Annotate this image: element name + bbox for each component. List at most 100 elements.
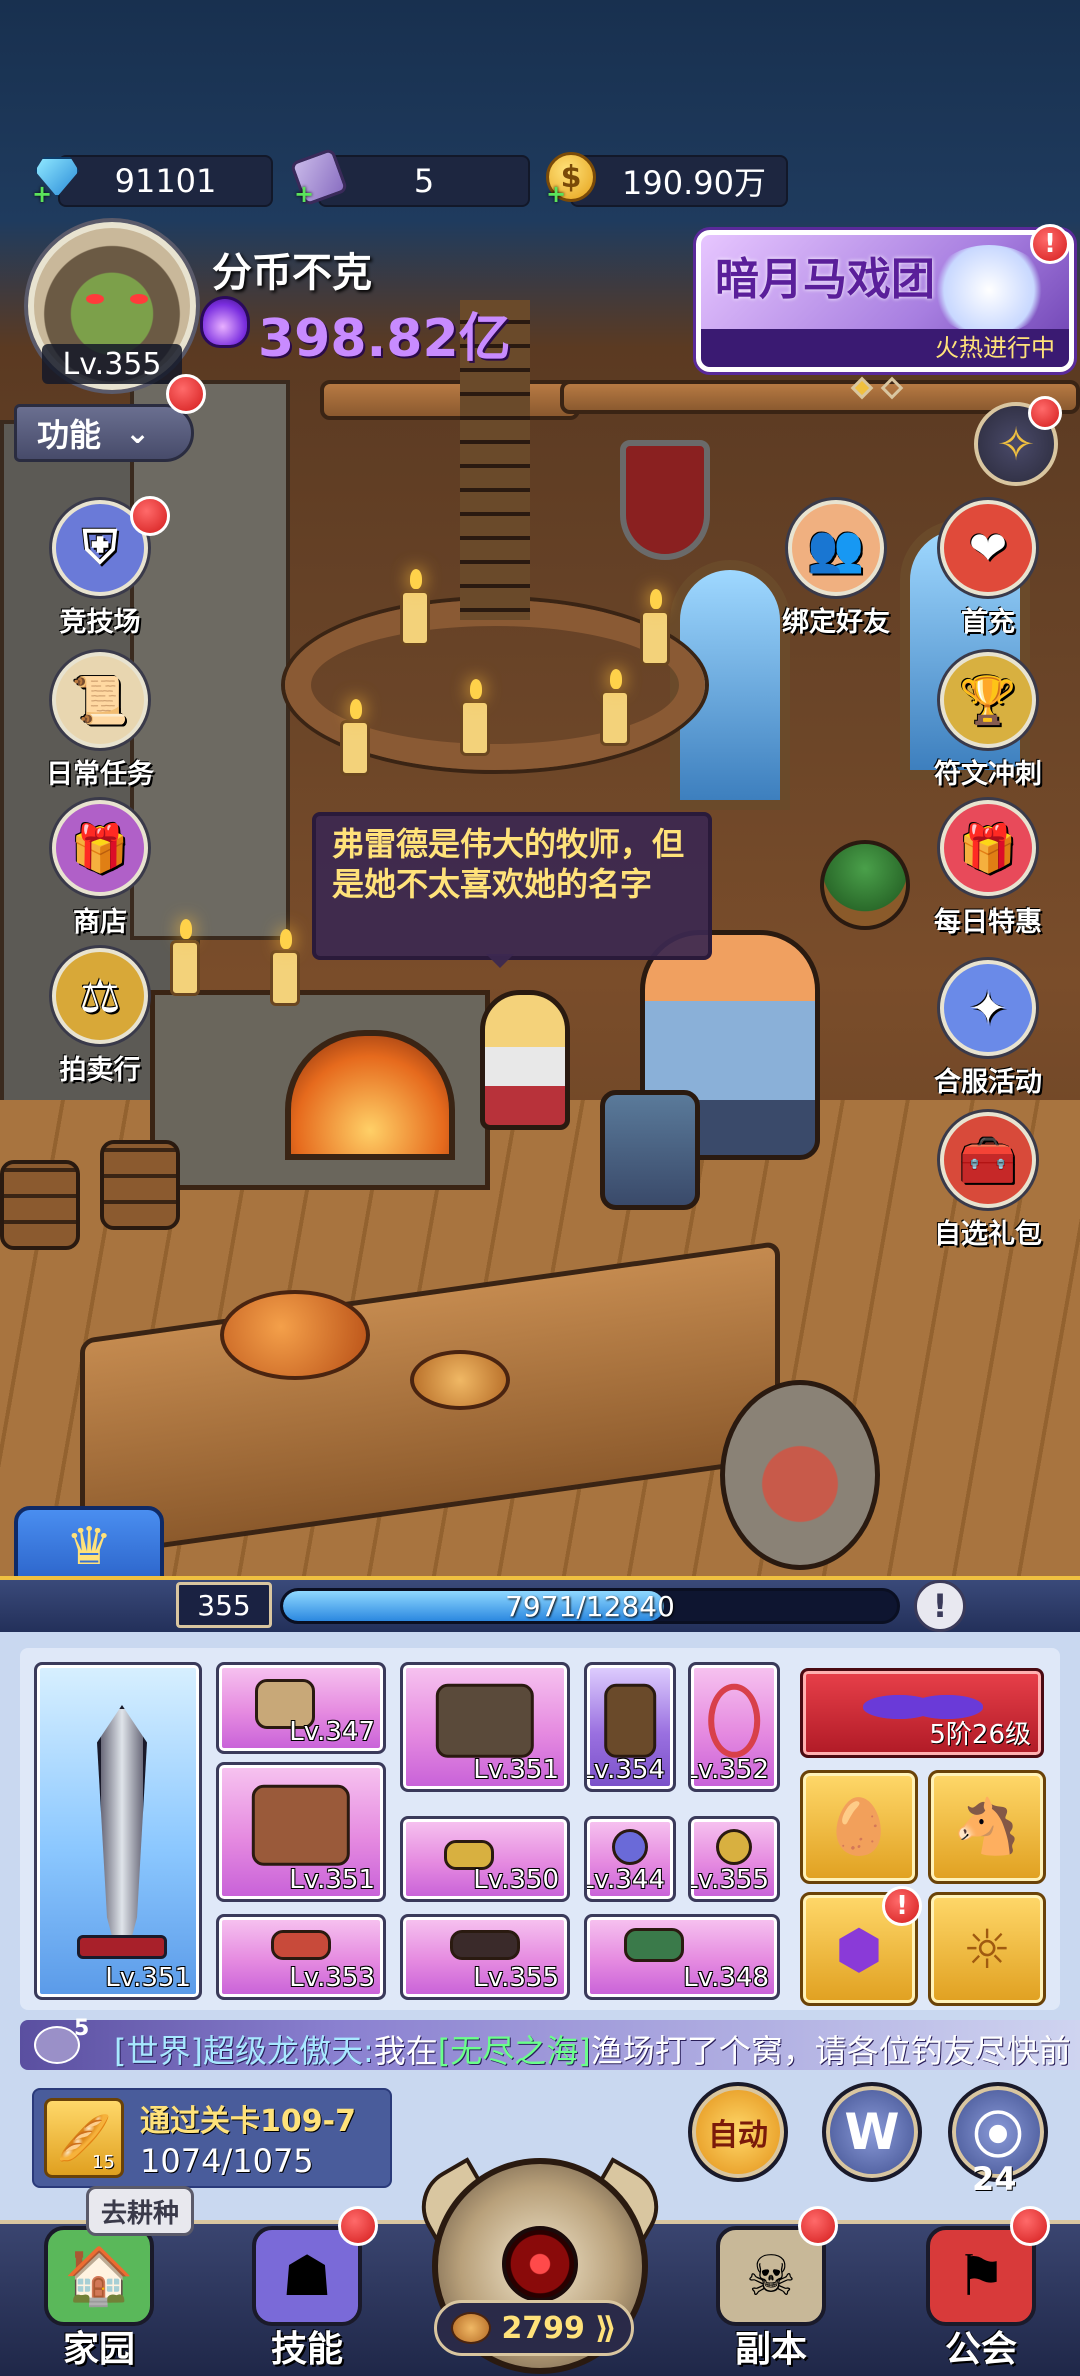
chat-sender: 超级龙傲天: <box>202 2032 374 2070</box>
mount-horse-icon[interactable]: 🐴 <box>928 1770 1046 1884</box>
bread-plate <box>410 1350 510 1410</box>
menu-rune-sprint[interactable]: 🏆 符文冲刺 <box>918 652 1058 791</box>
sun-rune-icon[interactable]: ☼ <box>928 1892 1046 2006</box>
gold-coin-icon[interactable]: $ + <box>542 148 600 208</box>
auto-battle-button[interactable]: 自动 <box>688 2082 788 2182</box>
diamond-icon[interactable]: + <box>28 148 86 208</box>
menu-selectable-pack[interactable]: 🧰 自选礼包 <box>918 1112 1058 1251</box>
nav-home[interactable]: 🏠 家园 <box>14 2226 184 2376</box>
menu-first-recharge[interactable]: ❤ 首充 <box>918 500 1058 639</box>
chat-channel: [世界] <box>114 2032 203 2070</box>
shop-chest-icon: 🎁 <box>52 800 148 896</box>
dungeon-badge <box>798 2206 838 2246</box>
nav-dungeon[interactable]: ☠ 副本 <box>686 2226 856 2376</box>
necklace-level: Lv.352 <box>688 1755 769 1785</box>
scroll-add-icon[interactable]: + <box>294 180 314 208</box>
menu-server-merge[interactable]: ✦ 合服活动 <box>918 960 1058 1099</box>
chat-message[interactable]: [世界]超级龙傲天:我在[无尽之海]渔场打了个窝，请各位钓友尽快前 <box>114 2026 1080 2072</box>
pet-egg-icon[interactable]: 🥚 <box>800 1770 918 1884</box>
equip-slot-necklace[interactable]: Lv.352 <box>688 1662 780 1792</box>
equip-slot-ring-2[interactable]: Lv.355 <box>688 1816 780 1902</box>
server-merge-puzzle-icon: ✦ <box>940 960 1036 1056</box>
equip-slot-pants[interactable]: Lv.355 <box>400 1914 570 2000</box>
quest-progress: 1074/1075 <box>140 2142 314 2180</box>
chat-unread-count: 5 <box>74 2016 90 2041</box>
equip-slot-chest[interactable]: Lv.351 <box>216 1762 386 1902</box>
wings-upgrade-button[interactable]: 5阶26级 <box>800 1668 1044 1758</box>
selectable-pack-chest-icon: 🧰 <box>940 1112 1036 1208</box>
combat-power-flame-icon <box>200 296 250 348</box>
chest-level: Lv.351 <box>289 1865 375 1895</box>
equip-slot-hood[interactable]: Lv.351 <box>400 1662 570 1792</box>
chat-text-after: 渔场打了个窝，请各位钓友尽快前 <box>590 2032 1071 2070</box>
equip-slot-boots[interactable]: Lv.348 <box>584 1914 780 2000</box>
equip-slot-bracelet[interactable]: Lv.350 <box>400 1816 570 1902</box>
scroll-count: 5 <box>413 162 435 200</box>
menu-bind-friend-label: 绑定好友 <box>782 607 890 638</box>
guild-badge <box>1010 2206 1050 2246</box>
stamina-add-icon[interactable]: ⟫ <box>595 2311 617 2346</box>
ring-icon <box>612 1829 648 1865</box>
nav-skill[interactable]: ☗ 技能 <box>222 2226 392 2376</box>
equip-slot-helmet[interactable]: Lv.347 <box>216 1662 386 1754</box>
battle-eye-icon[interactable] <box>502 2226 578 2302</box>
menu-daily-quest[interactable]: 📜 日常任务 <box>30 652 170 791</box>
diamond-add-icon[interactable]: + <box>32 180 52 208</box>
stamina-counter[interactable]: 2799 ⟫ <box>434 2300 634 2356</box>
equip-slot-ring-1[interactable]: Lv.344 <box>584 1816 676 1902</box>
barrel <box>0 1160 80 1250</box>
candle <box>460 679 490 756</box>
ghost-illustration <box>929 245 1049 335</box>
orc-monk-npc[interactable] <box>720 1380 880 1570</box>
greatsword-icon <box>97 1705 147 1955</box>
menu-daily-deal-label: 每日特惠 <box>934 907 1042 938</box>
first-recharge-icon: ❤ <box>940 500 1036 596</box>
diamond-counter[interactable]: 91101 <box>58 155 273 207</box>
maid-npc[interactable] <box>480 990 570 1130</box>
menu-bind-friend[interactable]: 👥 绑定好友 <box>766 500 906 639</box>
equip-slot-belt[interactable]: Lv.353 <box>216 1914 386 2000</box>
menu-auction[interactable]: ⚖ 拍卖行 <box>30 948 170 1087</box>
quest-title: 通过关卡109-7 <box>140 2104 356 2139</box>
hood-level: Lv.351 <box>473 1755 559 1785</box>
candle <box>270 929 300 1006</box>
function-menu-label: 功能 <box>37 416 102 454</box>
ring-icon <box>716 1829 752 1865</box>
player-level: Lv.355 <box>42 344 182 384</box>
pager-dot-active[interactable] <box>850 376 874 400</box>
gauntlets-icon <box>604 1683 656 1758</box>
robot-pet[interactable] <box>600 1090 700 1210</box>
wood-beam <box>320 380 580 420</box>
daily-quest-scroll-icon: 📜 <box>52 652 148 748</box>
menu-daily-deal[interactable]: 🎁 每日特惠 <box>918 800 1058 939</box>
ring2-level: Lv.355 <box>688 1865 769 1895</box>
pager-dot[interactable] <box>880 376 904 400</box>
bracelet-level: Lv.350 <box>473 1865 559 1895</box>
skill-badge <box>338 2206 378 2246</box>
chevron-down-icon: ⌄ <box>125 415 151 451</box>
npc-speech-bubble: 弗雷德是伟大的牧师，但是她不太喜欢她的名字 <box>312 812 712 968</box>
candle <box>640 589 670 666</box>
function-menu-button[interactable]: 功能 ⌄ <box>14 404 194 462</box>
equip-slot-weapon[interactable]: Lv.351 <box>34 1662 202 2000</box>
candle <box>400 569 430 646</box>
world-map-button[interactable]: W <box>822 2082 922 2182</box>
portal-count: 24 <box>972 2160 1017 2198</box>
banner-pager[interactable] <box>850 376 904 400</box>
go-farm-button[interactable]: 去耕种 <box>86 2186 194 2236</box>
candle <box>600 669 630 746</box>
menu-shop[interactable]: 🎁 商店 <box>30 800 170 939</box>
nav-skill-label: 技能 <box>270 2329 343 2370</box>
menu-first-recharge-label: 首充 <box>961 607 1015 638</box>
diamond-count: 91101 <box>114 162 217 200</box>
event-banner[interactable]: 暗月马戏团 火热进行中 <box>696 230 1074 372</box>
equip-slot-gloves[interactable]: Lv.354 <box>584 1662 676 1792</box>
gold-counter[interactable]: 190.90万 <box>570 155 788 207</box>
summon-scroll-icon[interactable]: + <box>289 147 349 208</box>
gloves-level: Lv.354 <box>584 1755 665 1785</box>
gold-add-icon[interactable]: + <box>546 180 566 208</box>
nav-guild[interactable]: ⚑ 公会 <box>896 2226 1066 2376</box>
scroll-counter[interactable]: 5 <box>318 155 530 207</box>
info-icon[interactable]: ! <box>914 1580 966 1632</box>
player-name: 分币不克 <box>212 250 372 296</box>
